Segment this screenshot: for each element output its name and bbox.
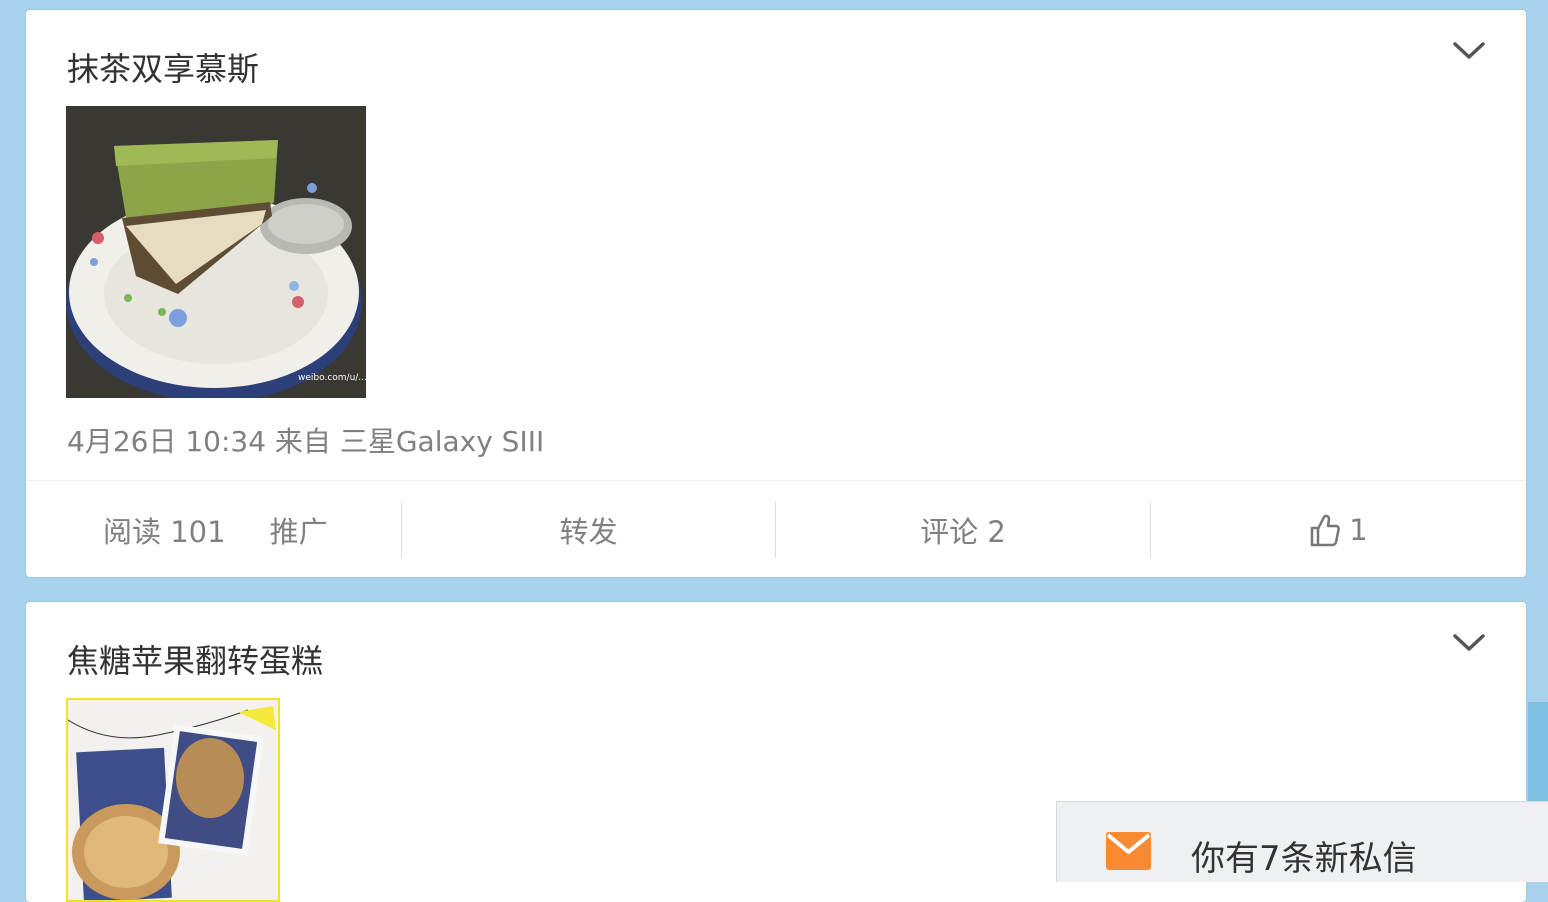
promote-button[interactable]: 推广 — [270, 509, 328, 551]
chevron-down-icon[interactable] — [1452, 632, 1486, 654]
read-count: 阅读 101 — [103, 514, 226, 549]
post-title: 焦糖苹果翻转蛋糕 — [67, 642, 324, 680]
post-meta: 4月26日 10:34 来自 三星Galaxy SIII — [67, 425, 545, 458]
forward-button[interactable]: 转发 — [402, 481, 775, 578]
mail-icon — [1106, 832, 1151, 870]
post-image[interactable] — [66, 698, 280, 902]
like-button[interactable]: 1 — [1151, 481, 1526, 578]
svg-text:weibo.com/u/...: weibo.com/u/... — [298, 373, 366, 383]
notification-text: 你有7条新私信 — [1191, 839, 1417, 879]
post-image[interactable]: weibo.com/u/... — [66, 106, 366, 398]
comment-button[interactable]: 评论 2 — [776, 481, 1150, 578]
chevron-down-icon[interactable] — [1452, 40, 1486, 62]
thumbs-up-icon — [1311, 514, 1341, 546]
post-actions: 阅读 101 推广 转发 评论 2 1 — [26, 480, 1526, 578]
read-count-area: 阅读 101 推广 — [26, 481, 401, 578]
message-notification[interactable]: 你有7条新私信 — [1056, 801, 1548, 882]
like-count: 1 — [1349, 512, 1368, 547]
post-title: 抹茶双享慕斯 — [67, 50, 260, 88]
post-card: 抹茶双享慕斯 weibo.com/u/... 4月26日 10:34 来自 三星… — [26, 10, 1526, 577]
